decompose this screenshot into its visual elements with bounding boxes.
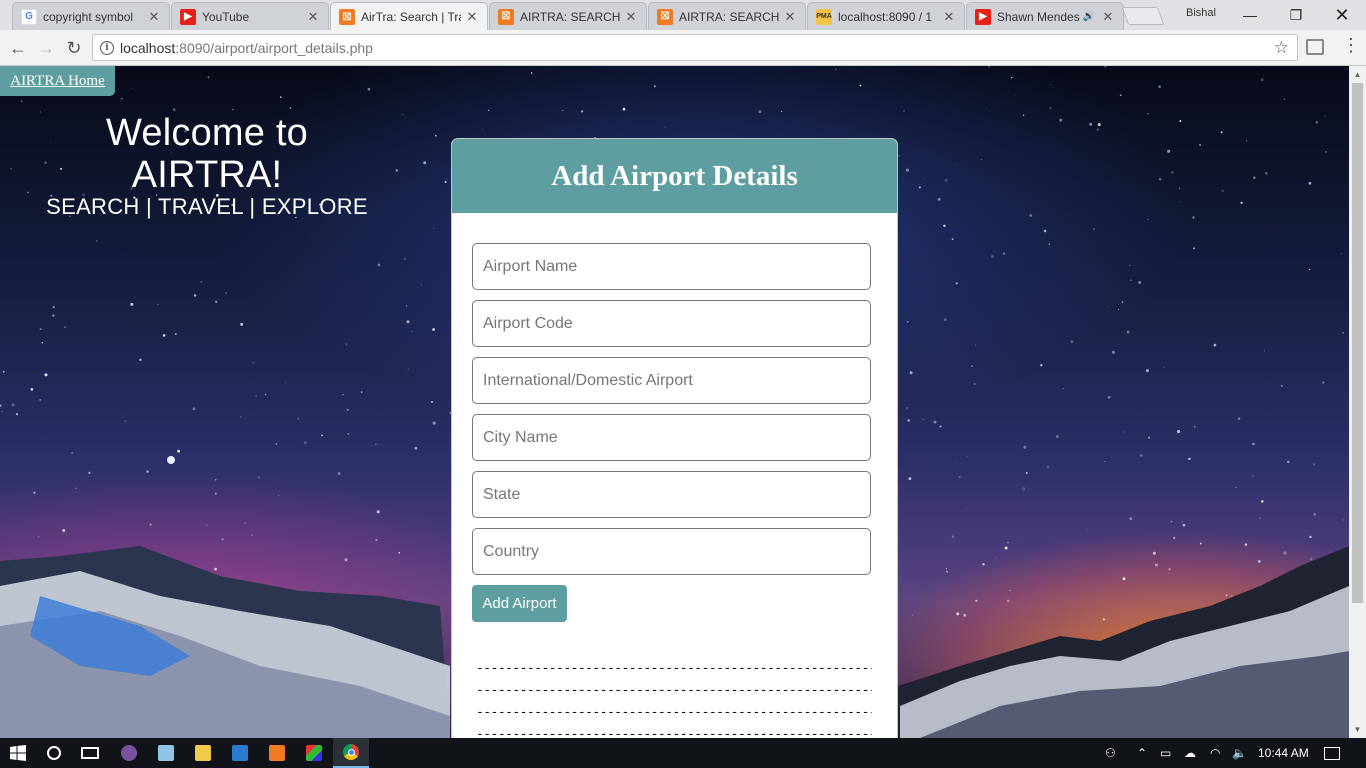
dashed-divider: ----------------------------------------… — [476, 683, 872, 698]
forward-icon[interactable]: → — [34, 36, 58, 60]
dashed-divider: ----------------------------------------… — [476, 661, 872, 676]
url-path: :8090/airport/airport_details.php — [175, 39, 373, 56]
onedrive-icon[interactable]: ☁ — [1184, 738, 1196, 768]
browser-tab[interactable]: PMA localhost:8090 / 1 ✕ — [807, 2, 965, 30]
browser-tab[interactable]: G copyright symbol ✕ — [12, 2, 170, 30]
xampp-icon: ☒ — [498, 8, 514, 25]
welcome-banner: Welcome to AIRTRA! SEARCH | TRAVEL | EXP… — [34, 112, 380, 218]
chrome-icon[interactable] — [333, 738, 369, 768]
task-view-icon[interactable] — [72, 738, 108, 768]
dashed-divider: ----------------------------------------… — [476, 727, 872, 738]
page-scrollbar[interactable]: ▲ ▼ — [1349, 66, 1366, 738]
clock[interactable]: 10:44 AM — [1258, 738, 1309, 768]
airport-name-input[interactable] — [472, 243, 871, 290]
browser-toolbar: ← → ↻ i localhost:8090/airport/airport_d… — [0, 30, 1366, 66]
tab-label: YouTube — [202, 9, 250, 24]
close-window-icon[interactable]: ✕ — [1319, 0, 1365, 30]
bookmark-star-icon[interactable]: ☆ — [1274, 38, 1289, 58]
xampp-icon[interactable] — [259, 738, 295, 768]
tab-label: AirTra: Search | Tra — [361, 10, 461, 24]
page-viewport: AIRTRA Home Welcome to AIRTRA! SEARCH | … — [0, 66, 1366, 738]
minimize-icon[interactable]: — — [1227, 0, 1273, 30]
browser-tab[interactable]: ☒ AIRTRA: SEARCH | ✕ — [489, 2, 647, 30]
state-input[interactable] — [472, 471, 871, 518]
restore-icon[interactable]: ❐ — [1273, 0, 1319, 30]
info-icon[interactable]: i — [100, 40, 114, 55]
address-bar[interactable]: i localhost:8090/airport/airport_details… — [92, 34, 1298, 61]
viber-icon[interactable] — [111, 738, 147, 768]
add-airport-form: Add Airport Details Add Airport --------… — [451, 138, 898, 738]
notifications-icon[interactable] — [1324, 738, 1340, 768]
windows-taskbar: ⚇ ⌃ ▭ ☁ ◠ 🔈 10:44 AM — [0, 738, 1366, 768]
browser-tab-active[interactable]: ☒ AirTra: Search | Tra ✕ — [330, 2, 488, 31]
dashed-divider: ----------------------------------------… — [476, 705, 872, 720]
close-icon[interactable]: ✕ — [624, 9, 638, 25]
xampp-icon: ☒ — [657, 8, 673, 25]
form-header: Add Airport Details — [452, 139, 897, 213]
home-link[interactable]: AIRTRA Home — [0, 66, 115, 96]
scroll-up-icon[interactable]: ▲ — [1349, 66, 1366, 83]
close-icon[interactable]: ✕ — [783, 9, 797, 25]
notepad-icon[interactable] — [148, 738, 184, 768]
close-icon[interactable]: ✕ — [306, 9, 320, 25]
browser-tab[interactable]: ▶ YouTube ✕ — [171, 2, 329, 30]
youtube-icon: ▶ — [975, 8, 991, 25]
welcome-subtitle: SEARCH | TRAVEL | EXPLORE — [46, 194, 368, 219]
browser-tab[interactable]: ▶ Shawn Mendes 🔊 ✕ — [966, 2, 1124, 30]
speaker-icon[interactable]: 🔊 — [1083, 11, 1095, 22]
cortana-icon[interactable] — [36, 738, 72, 768]
tab-label: Shawn Mendes — [997, 9, 1080, 24]
profile-name[interactable]: Bishal — [1186, 7, 1216, 19]
extension-icon[interactable] — [1306, 39, 1324, 55]
close-icon[interactable]: ✕ — [465, 9, 479, 25]
volume-icon[interactable]: 🔈 — [1232, 738, 1247, 768]
back-icon[interactable]: ← — [6, 36, 30, 60]
close-icon[interactable]: ✕ — [147, 9, 161, 25]
outlook-icon[interactable] — [222, 738, 258, 768]
browser-tabstrip: G copyright symbol ✕ ▶ YouTube ✕ ☒ AirTr… — [0, 0, 1366, 31]
reload-icon[interactable]: ↻ — [62, 36, 86, 60]
new-tab-button[interactable] — [1121, 7, 1165, 25]
tab-label: AIRTRA: SEARCH | — [679, 9, 779, 24]
xampp-icon: ☒ — [339, 9, 355, 25]
tab-label: copyright symbol — [43, 9, 134, 24]
browser-tab[interactable]: ☒ AIRTRA: SEARCH | ✕ — [648, 2, 806, 30]
scroll-down-icon[interactable]: ▼ — [1349, 721, 1366, 738]
menu-icon[interactable]: ⋮ — [1342, 36, 1360, 54]
airport-code-input[interactable] — [472, 300, 871, 347]
wifi-icon[interactable]: ◠ — [1210, 738, 1220, 768]
paint-icon[interactable] — [296, 738, 332, 768]
url-text[interactable]: localhost:8090/airport/airport_details.p… — [120, 40, 373, 56]
url-host: localhost — [120, 39, 176, 56]
show-hidden-icons-icon[interactable]: ⌃ — [1137, 738, 1147, 768]
welcome-title: Welcome to AIRTRA! — [106, 112, 308, 196]
add-airport-button[interactable]: Add Airport — [472, 585, 567, 622]
battery-icon[interactable]: ▭ — [1160, 738, 1171, 768]
tab-label: localhost:8090 / 1 — [838, 9, 933, 24]
phpmyadmin-icon: PMA — [816, 8, 832, 25]
people-icon[interactable]: ⚇ — [1105, 738, 1116, 768]
file-explorer-icon[interactable] — [185, 738, 221, 768]
close-icon[interactable]: ✕ — [1101, 9, 1115, 25]
airport-type-input[interactable] — [472, 357, 871, 404]
scrollbar-thumb[interactable] — [1352, 83, 1363, 603]
form-title: Add Airport Details — [551, 159, 798, 192]
country-input[interactable] — [472, 528, 871, 575]
tab-label: AIRTRA: SEARCH | — [520, 9, 620, 24]
city-name-input[interactable] — [472, 414, 871, 461]
youtube-icon: ▶ — [180, 8, 196, 25]
windows-start-icon[interactable] — [0, 738, 36, 768]
close-icon[interactable]: ✕ — [942, 9, 956, 25]
google-icon: G — [21, 8, 37, 25]
